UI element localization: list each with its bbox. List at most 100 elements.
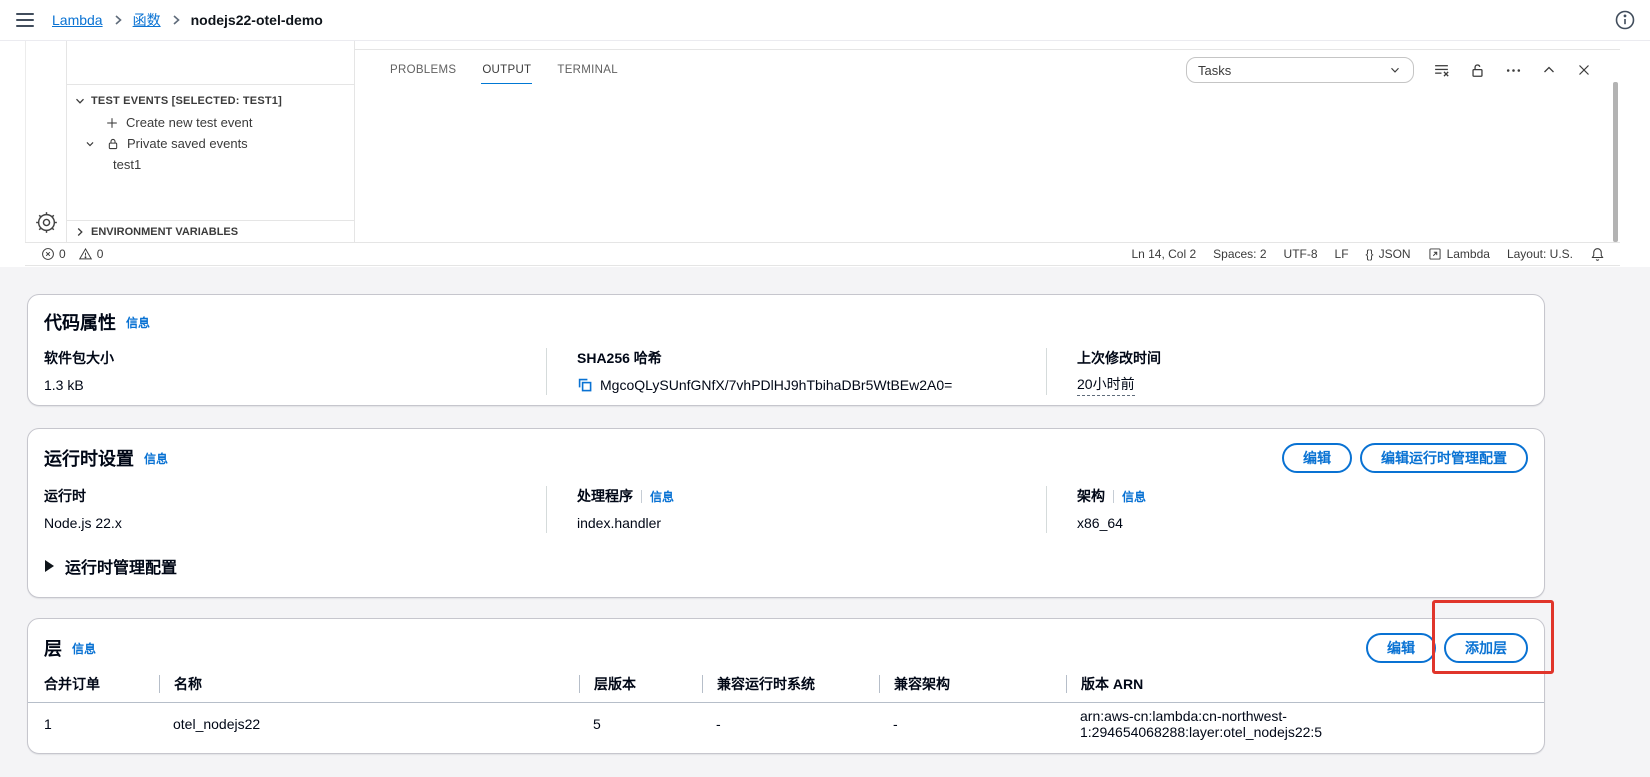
chevron-down-icon	[76, 98, 84, 104]
panel-tab-bar: PROBLEMS OUTPUT TERMINAL Tasks	[355, 50, 1620, 90]
runtime-label: 运行时	[44, 488, 86, 504]
braces-icon: {}	[1365, 247, 1374, 261]
layer-merge-order: 1	[44, 716, 52, 732]
tab-terminal[interactable]: TERMINAL	[557, 51, 618, 89]
environment-variables-label: ENVIRONMENT VARIABLES	[91, 225, 239, 238]
lambda-icon	[1429, 248, 1441, 260]
copy-icon[interactable]	[577, 377, 593, 393]
errors-indicator[interactable]: 0	[41, 247, 66, 261]
status-bar-right: Ln 14, Col 2 Spaces: 2 UTF-8 LF {} JSON …	[1131, 247, 1605, 262]
runtime-management-label: 运行时管理配置	[65, 560, 178, 577]
lambda-extension-status[interactable]: Lambda	[1428, 247, 1490, 261]
sidebar-empty-section	[67, 41, 354, 85]
edit-runtime-management-button[interactable]: 编辑运行时管理配置	[1360, 443, 1528, 473]
info-link[interactable]: 信息	[126, 314, 150, 331]
chevron-right-icon	[113, 14, 123, 26]
triangle-right-icon	[45, 560, 54, 572]
breadcrumb: Lambda 函数 nodejs22-otel-demo	[52, 10, 323, 30]
breadcrumb-current-function: nodejs22-otel-demo	[190, 12, 323, 28]
warnings-indicator[interactable]: 0	[78, 247, 104, 261]
test-events-header-label: TEST EVENTS [SELECTED: TEST1]	[91, 95, 282, 107]
test-event-name: test1	[113, 157, 142, 172]
info-link[interactable]: 信息	[650, 488, 674, 505]
info-icon[interactable]	[1614, 9, 1636, 31]
runtime-field: 运行时 Node.js 22.x	[28, 486, 546, 533]
package-size-field: 软件包大小 1.3 kB	[28, 348, 546, 395]
layers-table-header: 合并订单 名称 层版本 兼容运行时系统 兼容架构 版本 ARN	[28, 675, 1544, 693]
chevron-down-icon	[1391, 67, 1399, 73]
close-panel-icon[interactable]	[1576, 62, 1592, 78]
tasks-dropdown-value: Tasks	[1198, 62, 1232, 78]
language-mode[interactable]: {} JSON	[1366, 247, 1411, 261]
handler-field: 处理程序 信息 index.handler	[546, 486, 1046, 533]
activity-bar	[25, 41, 67, 242]
code-properties-card: 代码属性 信息 软件包大小 1.3 kB SHA256 哈希 MgcoQLySU…	[27, 294, 1545, 406]
private-saved-events[interactable]: Private saved events	[67, 133, 354, 154]
layer-version: 5	[593, 716, 601, 732]
architecture-label: 架构	[1077, 488, 1105, 504]
info-link[interactable]: 信息	[144, 450, 168, 467]
eol-setting[interactable]: LF	[1335, 247, 1349, 261]
cursor-position[interactable]: Ln 14, Col 2	[1131, 247, 1196, 261]
notifications-bell-icon[interactable]	[1590, 247, 1605, 262]
error-icon	[42, 248, 54, 260]
edit-runtime-button[interactable]: 编辑	[1282, 443, 1352, 473]
column-compatible-architectures: 兼容架构	[879, 675, 1066, 693]
top-navigation-bar: Lambda 函数 nodejs22-otel-demo	[0, 0, 1650, 41]
create-new-test-event[interactable]: Create new test event	[67, 112, 354, 133]
tab-output[interactable]: OUTPUT	[481, 51, 533, 89]
encoding-setting[interactable]: UTF-8	[1284, 247, 1318, 261]
handler-value: index.handler	[577, 515, 662, 531]
menu-icon[interactable]	[16, 13, 34, 27]
maximize-panel-icon[interactable]	[1541, 62, 1557, 78]
last-modified-field: 上次修改时间 20小时前	[1046, 348, 1544, 396]
info-link[interactable]: 信息	[72, 640, 96, 657]
label-divider	[1113, 489, 1114, 503]
edit-layers-button[interactable]: 编辑	[1366, 633, 1436, 663]
keyboard-layout[interactable]: Layout: U.S.	[1507, 247, 1573, 261]
runtime-settings-card: 运行时设置 信息 编辑 编辑运行时管理配置 运行时 Node.js 22.x 处…	[27, 428, 1545, 598]
error-count: 0	[59, 247, 66, 261]
test-event-item-test1[interactable]: test1	[67, 154, 354, 175]
column-layer-version: 层版本	[579, 675, 702, 693]
last-modified-label: 上次修改时间	[1077, 350, 1161, 366]
architecture-field: 架构 信息 x86_64	[1046, 486, 1544, 533]
code-editor-region: TEST EVENTS [SELECTED: TEST1] Create new…	[25, 41, 1620, 242]
editor-sidebar: TEST EVENTS [SELECTED: TEST1] Create new…	[67, 41, 355, 242]
unlock-icon[interactable]	[1469, 62, 1486, 79]
add-layer-button[interactable]: 添加层	[1444, 633, 1528, 663]
runtime-value: Node.js 22.x	[44, 515, 122, 531]
breadcrumb-lambda[interactable]: Lambda	[52, 12, 103, 28]
plus-icon	[107, 117, 117, 128]
code-properties-title: 代码属性	[44, 313, 116, 333]
runtime-settings-header: 运行时设置 信息 编辑 编辑运行时管理配置	[28, 443, 1544, 473]
indentation-setting[interactable]: Spaces: 2	[1213, 247, 1266, 261]
warning-count: 0	[96, 247, 104, 261]
breadcrumb-functions[interactable]: 函数	[133, 10, 161, 30]
column-compatible-runtimes: 兼容运行时系统	[702, 675, 879, 693]
settings-gear-icon[interactable]	[35, 211, 58, 234]
layers-title: 层	[44, 639, 62, 659]
runtime-settings-fields: 运行时 Node.js 22.x 处理程序 信息 index.handler 架…	[28, 486, 1544, 533]
clear-output-icon[interactable]	[1433, 62, 1450, 79]
chevron-right-icon	[171, 14, 181, 26]
warning-icon	[78, 247, 92, 260]
column-version-arn: 版本 ARN	[1066, 675, 1528, 693]
tasks-dropdown[interactable]: Tasks	[1186, 57, 1414, 83]
test-events-section-header[interactable]: TEST EVENTS [SELECTED: TEST1]	[67, 90, 354, 112]
lock-icon	[108, 138, 118, 149]
layer-table-row: 1 otel_nodejs22 5 - - arn:aws-cn:lambda:…	[28, 703, 1544, 745]
scrollbar[interactable]	[1613, 82, 1618, 242]
environment-variables-section-header[interactable]: ENVIRONMENT VARIABLES	[67, 220, 354, 242]
panel-actions: Tasks	[1186, 57, 1620, 83]
info-link[interactable]: 信息	[1122, 488, 1146, 505]
runtime-management-toggle[interactable]: 运行时管理配置	[28, 554, 1544, 578]
create-new-test-event-label: Create new test event	[126, 115, 253, 130]
sha256-field: SHA256 哈希 MgcoQLySUnfGNfX/7vhPDlHJ9hTbih…	[546, 348, 1046, 395]
column-merge-order: 合并订单	[44, 676, 100, 692]
last-modified-value: 20小时前	[1077, 374, 1135, 396]
tab-problems[interactable]: PROBLEMS	[390, 51, 456, 89]
private-saved-events-label: Private saved events	[127, 136, 248, 151]
more-actions-icon[interactable]	[1505, 62, 1522, 79]
package-size-value: 1.3 kB	[44, 377, 84, 393]
